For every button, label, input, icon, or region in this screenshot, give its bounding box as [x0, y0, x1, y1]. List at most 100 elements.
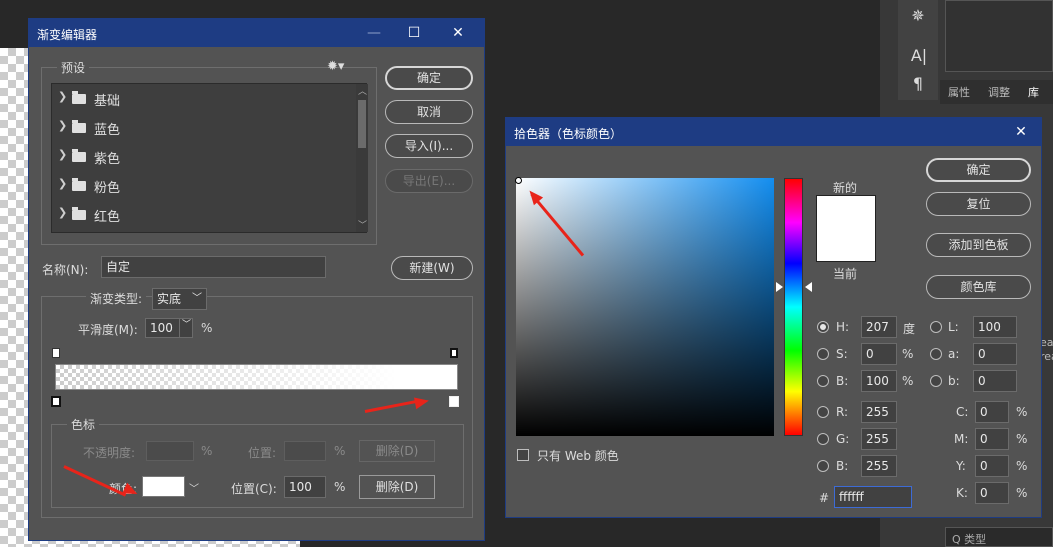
brightness-unit: %	[902, 374, 914, 388]
new-button[interactable]: 新建(W)	[391, 256, 473, 280]
preset-folder[interactable]: ❯ 基础	[52, 84, 352, 113]
opacity-field	[146, 441, 194, 461]
preset-folder-name: 基础	[94, 94, 121, 109]
preset-folder[interactable]: ❯ 红色	[52, 200, 352, 229]
preset-folder[interactable]: ❯ 蓝色	[52, 113, 352, 142]
scroll-thumb[interactable]	[358, 100, 366, 148]
hue-radio[interactable]	[817, 321, 829, 333]
b-channel-label: b:	[948, 374, 960, 388]
smoothness-field[interactable]: 100 ﹀	[145, 318, 193, 338]
color-stop-left[interactable]	[51, 396, 61, 407]
gradient-type-select[interactable]: 实底 ﹀	[152, 288, 207, 310]
ok-button[interactable]: 确定	[926, 158, 1031, 182]
tab-properties[interactable]: 属性	[948, 84, 970, 100]
location-field[interactable]: 100	[284, 476, 326, 498]
yellow-field[interactable]: 0	[975, 455, 1009, 477]
paragraph-icon[interactable]: ¶	[908, 74, 928, 94]
gradient-type-label: 渐变类型:	[86, 290, 147, 307]
tab-adjustments[interactable]: 调整	[988, 84, 1010, 100]
scroll-up-icon[interactable]: ︿	[358, 84, 367, 97]
lightness-radio[interactable]	[930, 321, 942, 333]
chevron-down-icon[interactable]: ﹀	[179, 318, 193, 338]
cyan-field[interactable]: 0	[975, 401, 1009, 423]
close-button[interactable]: ✕	[1001, 120, 1041, 144]
hue-field[interactable]: 207	[861, 316, 897, 338]
opacity-stop-right[interactable]	[450, 348, 458, 358]
delete-button[interactable]: 删除(D)	[359, 475, 435, 499]
saturation-radio[interactable]	[817, 348, 829, 360]
chevron-right-icon[interactable]: ❯	[58, 90, 67, 103]
hue-unit: 度	[903, 322, 916, 336]
cyan-unit: %	[1016, 405, 1028, 419]
chevron-down-icon[interactable]: ﹀	[189, 480, 199, 495]
hue-slider[interactable]	[784, 178, 803, 436]
text-cursor-icon[interactable]: A|	[908, 46, 930, 66]
b-channel-field[interactable]: 0	[973, 370, 1017, 392]
import-button[interactable]: 导入(I)...	[385, 134, 473, 158]
yellow-unit: %	[1016, 459, 1028, 473]
blue-radio[interactable]	[817, 460, 829, 472]
hex-hash: #	[819, 491, 830, 505]
lightness-field[interactable]: 100	[973, 316, 1017, 338]
preset-folder[interactable]: ❯ 粉色	[52, 171, 352, 200]
black-field[interactable]: 0	[975, 482, 1009, 504]
preset-folder[interactable]: ❯ 紫色	[52, 142, 352, 171]
brightness-radio[interactable]	[817, 375, 829, 387]
a-channel-radio[interactable]	[930, 348, 942, 360]
search-type-field[interactable]: Q 类型	[945, 527, 1053, 547]
add-to-swatches-button[interactable]: 添加到色板	[926, 233, 1031, 257]
smoothness-value: 100	[150, 321, 173, 335]
gradient-preview-bar[interactable]	[55, 364, 458, 390]
current-color-swatch[interactable]	[816, 228, 876, 262]
green-radio[interactable]	[817, 433, 829, 445]
magenta-unit: %	[1016, 432, 1028, 446]
chevron-down-icon: ﹀	[192, 293, 202, 304]
chevron-right-icon[interactable]: ❯	[58, 206, 67, 219]
right-panel-tabs: 属性 调整 库	[940, 80, 1053, 104]
green-field[interactable]: 255	[861, 428, 897, 450]
chevron-right-icon[interactable]: ❯	[58, 177, 67, 190]
red-field[interactable]: 255	[861, 401, 897, 423]
brightness-field[interactable]: 100	[861, 370, 897, 392]
color-field-cursor[interactable]	[515, 177, 522, 184]
hex-field[interactable]: ffffff	[834, 486, 912, 508]
scroll-down-icon[interactable]: ﹀	[358, 218, 367, 231]
tab-libraries[interactable]: 库	[1028, 84, 1039, 100]
hue-slider-right-handle[interactable]	[805, 282, 812, 292]
a-channel-field[interactable]: 0	[973, 343, 1017, 365]
minimize-button[interactable]: —	[354, 21, 394, 45]
cancel-button[interactable]: 取消	[385, 100, 473, 124]
hue-slider-left-handle[interactable]	[776, 282, 783, 292]
close-button[interactable]: ✕	[438, 21, 478, 45]
saturation-label: S:	[836, 347, 848, 361]
presets-scrollbar[interactable]: ︿ ﹀	[356, 84, 368, 232]
saturation-field[interactable]: 0	[861, 343, 897, 365]
blue-field[interactable]: 255	[861, 455, 897, 477]
preset-folder-name: 粉色	[94, 181, 121, 196]
b-channel-radio[interactable]	[930, 375, 942, 387]
red-radio[interactable]	[817, 406, 829, 418]
chevron-right-icon[interactable]: ❯	[58, 119, 67, 132]
magenta-field[interactable]: 0	[975, 428, 1009, 450]
preset-folder-name: 红色	[94, 210, 121, 225]
reset-button[interactable]: 复位	[926, 192, 1031, 216]
color-stop-right[interactable]	[449, 396, 459, 407]
maximize-button[interactable]: ☐	[394, 21, 434, 45]
name-field[interactable]: 自定	[101, 256, 326, 278]
color-field[interactable]	[516, 178, 774, 436]
smoothness-label: 平滑度(M):	[78, 323, 138, 337]
ok-button[interactable]: 确定	[385, 66, 473, 90]
color-swatch[interactable]	[142, 476, 185, 497]
preset-folder-name: 蓝色	[94, 123, 121, 138]
opacity-stop-left[interactable]	[52, 348, 60, 358]
a-channel-label: a:	[948, 347, 960, 361]
black-unit: %	[1016, 486, 1028, 500]
gear-icon[interactable]: ✹▾	[327, 59, 344, 74]
ship-wheel-icon[interactable]: ✵	[908, 6, 928, 26]
yellow-label: Y:	[956, 459, 966, 473]
chevron-right-icon[interactable]: ❯	[58, 148, 67, 161]
export-button[interactable]: 导出(E)...	[385, 169, 473, 193]
web-only-checkbox[interactable]	[517, 449, 529, 461]
color-libraries-button[interactable]: 颜色库	[926, 275, 1031, 299]
blue-label: B:	[836, 459, 849, 473]
